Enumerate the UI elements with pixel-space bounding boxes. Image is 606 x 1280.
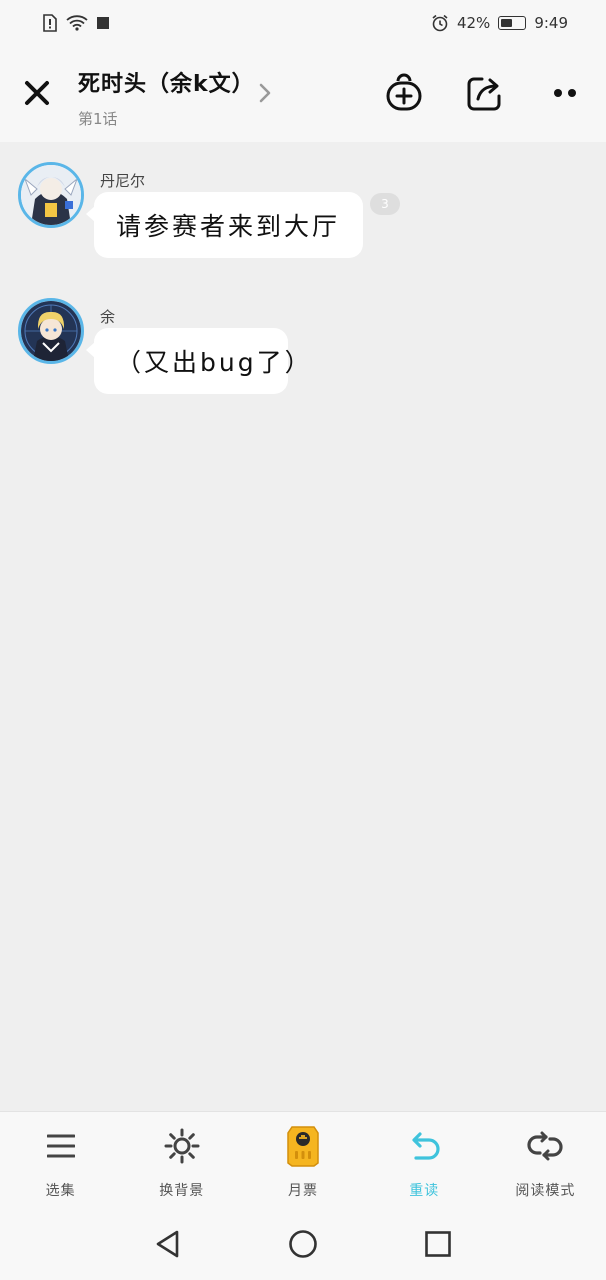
avatar-danny[interactable] (18, 162, 84, 228)
status-bar: 42% 9:49 (0, 0, 606, 46)
home-button[interactable] (283, 1224, 323, 1264)
home-circle-icon (289, 1229, 317, 1258)
clock: 9:49 (534, 14, 568, 32)
tool-label: 阅读模式 (515, 1183, 576, 1199)
tool-reread[interactable]: 重读 (364, 1112, 485, 1207)
menu-icon (41, 1126, 81, 1166)
more-options-button[interactable] (544, 72, 586, 114)
ticket-icon (283, 1126, 323, 1167)
tool-episode-list[interactable]: 选集 (0, 1112, 121, 1207)
title-area[interactable]: 死时头（余k文） 第1话 (78, 66, 255, 129)
battery-percent: 42% (456, 14, 491, 32)
chevron-right-icon[interactable] (254, 80, 276, 106)
message-bubble[interactable]: （又出bug了） (86, 328, 310, 394)
status-right: 42% 9:49 (431, 14, 568, 32)
recents-button[interactable] (418, 1224, 458, 1264)
back-triangle-icon (156, 1230, 178, 1257)
tool-monthly-ticket[interactable]: 月票 (242, 1112, 363, 1207)
system-nav-bar (0, 1207, 606, 1280)
tool-reading-mode[interactable]: 阅读模式 (485, 1112, 606, 1207)
wifi-icon (66, 15, 88, 31)
tool-label: 重读 (409, 1183, 440, 1199)
share-icon (467, 77, 501, 111)
header: 死时头（余k文） 第1话 (0, 46, 606, 142)
message-bubble[interactable]: 请参赛者来到大厅 (86, 192, 363, 258)
close-icon (25, 81, 49, 105)
more-dots-icon (554, 89, 576, 97)
add-favorite-button[interactable] (383, 72, 425, 114)
sender-name: 余 (100, 308, 116, 326)
notification-square-icon (96, 16, 110, 30)
add-collection-icon (386, 73, 422, 111)
tool-label: 选集 (45, 1183, 76, 1199)
recents-square-icon (425, 1230, 452, 1257)
battery-icon (498, 16, 527, 30)
loop-icon (525, 1126, 565, 1166)
reply-count-badge[interactable]: 3 (370, 193, 400, 215)
tool-change-background[interactable]: 换背景 (121, 1112, 242, 1207)
avatar-image (21, 301, 81, 361)
back-button[interactable] (148, 1224, 188, 1264)
replay-icon (404, 1126, 444, 1166)
bottom-toolbar: 选集 换背景 月票 重读 阅读模式 (0, 1111, 606, 1207)
tool-label: 换背景 (159, 1183, 205, 1199)
avatar-yu[interactable] (18, 298, 84, 364)
page-title: 死时头（余k文） (78, 72, 255, 97)
avatar-image (21, 165, 81, 225)
sim-alert-icon (42, 14, 58, 32)
alarm-icon (431, 14, 449, 32)
sun-icon (162, 1126, 202, 1166)
status-left (42, 14, 110, 32)
chapter-subtitle: 第1话 (78, 110, 118, 128)
sender-name: 丹尼尔 (100, 172, 146, 190)
close-button[interactable] (20, 76, 54, 110)
share-button[interactable] (463, 72, 505, 114)
tool-label: 月票 (288, 1183, 318, 1199)
